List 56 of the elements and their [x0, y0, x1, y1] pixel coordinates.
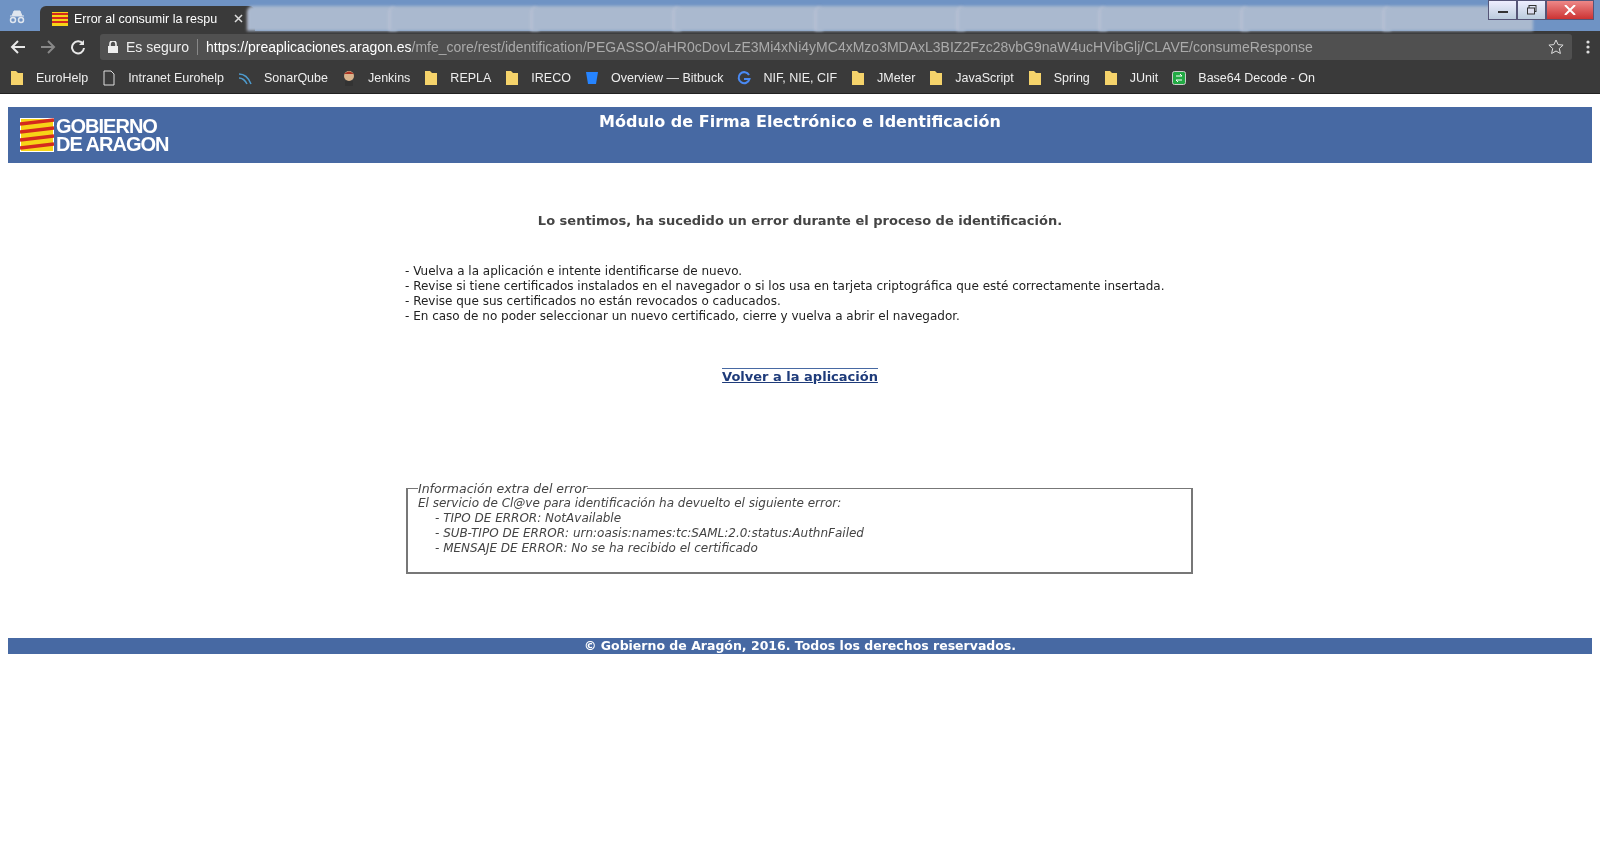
folder-icon [505, 70, 520, 86]
error-intro: El servicio de Cl@ve para identificación ha devuelto el siguiente error: [418, 496, 843, 511]
error-detail: - MENSAJE DE ERROR: No se ha recibido el certificado [434, 541, 759, 556]
menu-icon[interactable] [1586, 40, 1590, 54]
footer-bar: © Gobierno de Aragón, 2016. Todos los derechos reservados. [8, 638, 1592, 654]
instruction-line: - Revise que sus certificados no están revocados o caducados. [405, 294, 782, 309]
bookmark[interactable]: Spring [1027, 70, 1090, 86]
arrows-icon [1172, 70, 1187, 86]
instruction-line: - Vuelva a la aplicación e intente identificarse de nuevo. [405, 264, 744, 279]
close-icon [1564, 5, 1576, 15]
back-link[interactable]: Volver a la aplicación [722, 368, 878, 384]
close-icon[interactable] [234, 14, 243, 23]
address-bar[interactable]: Es seguro https://preaplicaciones.aragon.es/mfe_core/rest/identification/PEGASSO/aHR0cDovLzE3Mi4xNi4yMC4xMzo3MDAxL3BIZ2Fzc28vbG9naW4ucHVibGlj/CLAVE/consumeResponse [100, 34, 1572, 60]
restore-icon [1526, 5, 1537, 15]
bookmark[interactable]: JMeter [851, 70, 916, 86]
folder-icon [1103, 70, 1118, 86]
error-detail: - SUB-TIPO DE ERROR: urn:oasis:names:tc:SAML:2.0:status:AuthnFailed [434, 526, 865, 541]
bookmark[interactable]: Intranet Eurohelp [102, 70, 225, 86]
close-button[interactable] [1546, 0, 1594, 20]
folder-icon [424, 70, 439, 86]
bookmark[interactable]: EuroHelp [10, 70, 89, 86]
butler-icon [341, 70, 356, 86]
folder-icon [1027, 70, 1042, 86]
lock-icon [108, 41, 118, 53]
logo: GOBIERNO DE ARAGON [20, 115, 169, 155]
error-heading: Lo sentimos, ha sucedido un error durante el proceso de identificación. [536, 213, 1064, 228]
minimize-button[interactable] [1488, 0, 1517, 20]
waves-icon [238, 70, 253, 86]
page-icon [102, 70, 117, 86]
instruction-line: - En caso de no poder seleccionar un nuevo certificado, cierre y vuelva a abrir el navegador. [405, 309, 961, 324]
error-detail: - TIPO DE ERROR: NotAvailable [434, 511, 623, 526]
folder-icon [10, 70, 24, 86]
bookmark[interactable]: REPLA [424, 70, 492, 86]
bookmark[interactable]: JUnit [1103, 70, 1159, 86]
bookmark[interactable]: Overview — Bitbuck [584, 70, 724, 86]
forward-icon[interactable] [40, 39, 56, 55]
bookmark[interactable]: SonarQube [238, 70, 328, 86]
security-label: Es seguro [126, 39, 199, 55]
page-title: Módulo de Firma Electrónico e Identificación [599, 112, 1001, 131]
bookmark[interactable]: Jenkins [341, 70, 411, 86]
bookmark[interactable]: Base64 Decode - On [1172, 70, 1316, 86]
bookmark[interactable]: IRECO [505, 70, 571, 86]
restore-button[interactable] [1517, 0, 1546, 20]
reload-icon[interactable] [70, 39, 86, 55]
folder-icon [851, 70, 866, 86]
g-letter-icon [737, 70, 752, 86]
flag-icon [52, 11, 68, 26]
panel-legend: Información extra del error [418, 481, 588, 496]
bookmark[interactable]: JavaScript [929, 70, 1014, 86]
bucket-icon [584, 70, 599, 86]
instruction-line: - Revise si tiene certificados instalados en el navegador o si los usa en tarjeta criptográfica que esté correctamente insertada. [405, 279, 1166, 294]
star-icon[interactable] [1548, 39, 1564, 55]
bookmark[interactable]: NIF, NIE, CIF [737, 70, 838, 86]
back-icon[interactable] [10, 39, 26, 55]
folder-icon [929, 70, 944, 86]
incognito-icon [8, 10, 26, 24]
